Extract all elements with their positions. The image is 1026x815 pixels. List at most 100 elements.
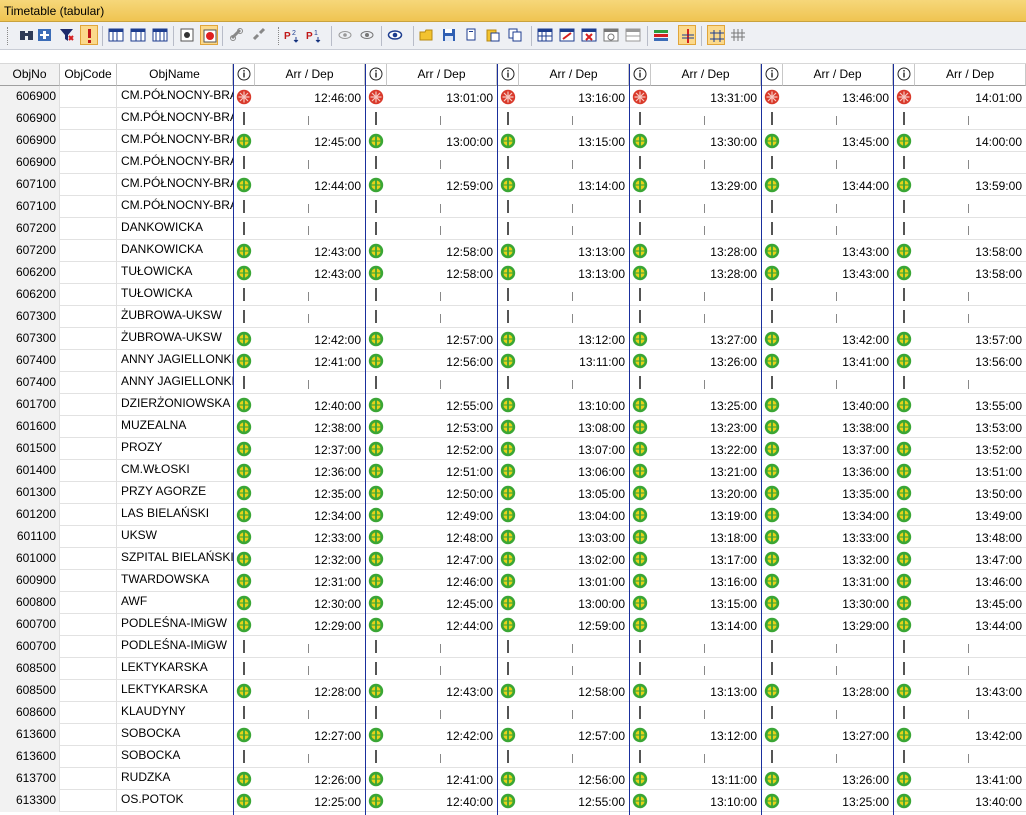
- stop-type-cell[interactable]: [893, 416, 915, 438]
- table-row[interactable]: 613700 RUDZKA 12:26:00 12:41:00 12:56:00 13:1…: [0, 768, 1026, 790]
- stop-type-cell[interactable]: [761, 724, 783, 746]
- stop-type-cell[interactable]: [365, 790, 387, 812]
- time-cell[interactable]: 13:00:00: [519, 592, 629, 614]
- time-cell[interactable]: 14:01:00: [915, 86, 1026, 108]
- stop-type-cell[interactable]: [893, 482, 915, 504]
- time-cell[interactable]: 13:28:00: [651, 240, 761, 262]
- table-row[interactable]: 606900 CM.PÓŁNOCNY-BRAMA 12:46:00 13:01:00 1…: [0, 86, 1026, 108]
- stop-type-cell[interactable]: [761, 372, 783, 394]
- time-cell[interactable]: 12:41:00: [255, 350, 365, 372]
- time-cell[interactable]: [915, 702, 1026, 724]
- stop-type-cell[interactable]: [893, 658, 915, 680]
- time-cell[interactable]: [387, 152, 497, 174]
- column-header-info[interactable]: [893, 64, 915, 86]
- time-cell[interactable]: [387, 108, 497, 130]
- time-cell[interactable]: 13:13:00: [519, 262, 629, 284]
- stop-type-cell[interactable]: [497, 702, 519, 724]
- time-cell[interactable]: 13:13:00: [651, 680, 761, 702]
- time-cell[interactable]: 13:13:00: [519, 240, 629, 262]
- time-cell[interactable]: [519, 306, 629, 328]
- crossing-button[interactable]: [678, 25, 696, 45]
- time-cell[interactable]: [519, 108, 629, 130]
- stop-type-cell[interactable]: [365, 614, 387, 636]
- stop-type-cell[interactable]: [893, 152, 915, 174]
- time-cell[interactable]: [519, 702, 629, 724]
- stop-type-cell[interactable]: [365, 482, 387, 504]
- time-cell[interactable]: [915, 306, 1026, 328]
- table-row[interactable]: 607300 ŻUBROWA-UKSW 12:42:00 12:57:00 13:12:…: [0, 328, 1026, 350]
- time-cell[interactable]: 13:21:00: [651, 460, 761, 482]
- table-row[interactable]: 606900 CM.PÓŁNOCNY-BRAMA: [0, 152, 1026, 174]
- time-cell[interactable]: [255, 108, 365, 130]
- time-cell[interactable]: 13:16:00: [651, 570, 761, 592]
- time-cell[interactable]: [651, 306, 761, 328]
- stop-type-cell[interactable]: [629, 570, 651, 592]
- stop-type-cell[interactable]: [629, 526, 651, 548]
- time-cell[interactable]: 13:40:00: [915, 790, 1026, 812]
- stop-type-cell[interactable]: [365, 724, 387, 746]
- time-cell[interactable]: 12:28:00: [255, 680, 365, 702]
- time-cell[interactable]: 13:43:00: [783, 240, 893, 262]
- stop-type-cell[interactable]: [497, 548, 519, 570]
- time-cell[interactable]: 13:05:00: [519, 482, 629, 504]
- stop-type-cell[interactable]: [893, 108, 915, 130]
- time-cell[interactable]: 13:40:00: [783, 394, 893, 416]
- stop-type-cell[interactable]: [497, 680, 519, 702]
- record-dot-button[interactable]: [178, 25, 196, 45]
- time-cell[interactable]: 13:30:00: [651, 130, 761, 152]
- stop-type-cell[interactable]: [365, 746, 387, 768]
- time-cell[interactable]: 12:41:00: [387, 768, 497, 790]
- stop-type-cell[interactable]: [761, 350, 783, 372]
- time-cell[interactable]: [651, 284, 761, 306]
- time-cell[interactable]: 13:58:00: [915, 262, 1026, 284]
- time-cell[interactable]: 13:41:00: [915, 768, 1026, 790]
- open-folder-button[interactable]: [418, 25, 436, 45]
- table-row[interactable]: 613600 SOBOCKA: [0, 746, 1026, 768]
- stop-type-cell[interactable]: [761, 394, 783, 416]
- stop-type-cell[interactable]: [233, 768, 255, 790]
- time-cell[interactable]: 12:46:00: [255, 86, 365, 108]
- time-cell[interactable]: 12:55:00: [387, 394, 497, 416]
- view-button[interactable]: [358, 25, 376, 45]
- stop-type-cell[interactable]: [365, 592, 387, 614]
- stop-type-cell[interactable]: [893, 460, 915, 482]
- time-cell[interactable]: 13:11:00: [519, 350, 629, 372]
- stop-type-cell[interactable]: [497, 394, 519, 416]
- stop-type-cell[interactable]: [893, 394, 915, 416]
- stop-type-cell[interactable]: [497, 350, 519, 372]
- stop-type-cell[interactable]: [761, 746, 783, 768]
- stop-type-cell[interactable]: [893, 570, 915, 592]
- table-row[interactable]: 601000 SZPITAL BIELAŃSKI 12:32:00 12:47:00 1…: [0, 548, 1026, 570]
- time-cell[interactable]: [519, 218, 629, 240]
- table-row[interactable]: 607200 DANKOWICKA: [0, 218, 1026, 240]
- stop-type-cell[interactable]: [893, 306, 915, 328]
- column-header-arrdep[interactable]: Arr / Dep: [651, 64, 761, 86]
- hash-grid-button[interactable]: [729, 25, 747, 45]
- stop-type-cell[interactable]: [365, 130, 387, 152]
- time-cell[interactable]: 12:29:00: [255, 614, 365, 636]
- stop-type-cell[interactable]: [761, 790, 783, 812]
- time-cell[interactable]: 13:14:00: [651, 614, 761, 636]
- time-cell[interactable]: [783, 218, 893, 240]
- stop-type-cell[interactable]: [497, 504, 519, 526]
- stop-type-cell[interactable]: [629, 724, 651, 746]
- stop-type-cell[interactable]: [761, 196, 783, 218]
- stop-type-cell[interactable]: [629, 548, 651, 570]
- time-cell[interactable]: 12:25:00: [255, 790, 365, 812]
- stop-type-cell[interactable]: [761, 328, 783, 350]
- time-cell[interactable]: [387, 746, 497, 768]
- time-cell[interactable]: 13:01:00: [519, 570, 629, 592]
- stop-type-cell[interactable]: [233, 394, 255, 416]
- stop-type-cell[interactable]: [497, 570, 519, 592]
- stop-type-cell[interactable]: [365, 702, 387, 724]
- time-cell[interactable]: 12:31:00: [255, 570, 365, 592]
- stop-type-cell[interactable]: [893, 372, 915, 394]
- stop-type-cell[interactable]: [761, 108, 783, 130]
- table-row[interactable]: 607200 DANKOWICKA 12:43:00 12:58:00 13:13:00…: [0, 240, 1026, 262]
- stop-type-cell[interactable]: [893, 328, 915, 350]
- stop-type-cell[interactable]: [365, 394, 387, 416]
- stop-type-cell[interactable]: [629, 680, 651, 702]
- time-cell[interactable]: 12:38:00: [255, 416, 365, 438]
- time-cell[interactable]: [387, 372, 497, 394]
- time-cell[interactable]: 12:46:00: [387, 570, 497, 592]
